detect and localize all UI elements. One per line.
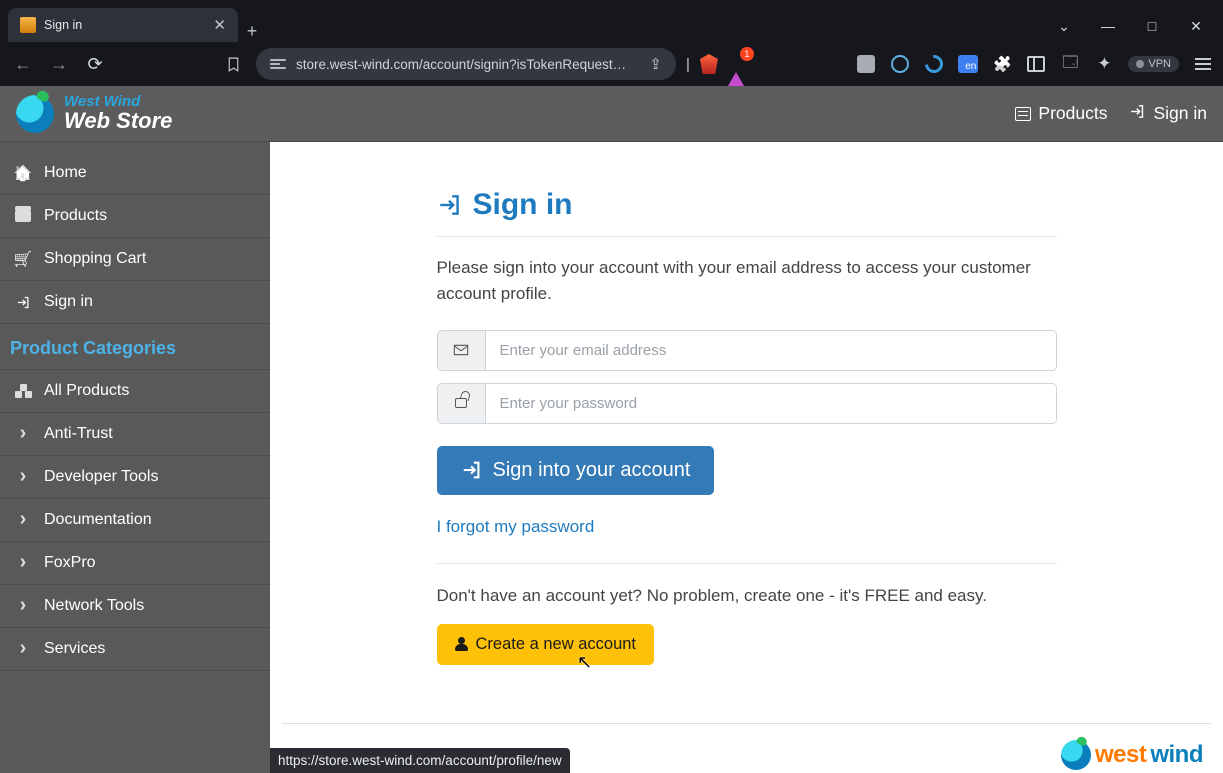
sidebar-category-network-tools[interactable]: Network Tools [0,585,270,628]
favicon-icon [20,17,36,33]
wallet-icon[interactable] [1060,54,1080,74]
translate-icon[interactable]: en [958,54,978,74]
browser-tab[interactable]: Sign in ✕ [8,8,238,42]
vpn-button[interactable]: VPN [1128,56,1179,72]
no-account-text: Don't have an account yet? No problem, c… [437,586,1057,606]
page-title: Sign in [437,188,1057,237]
window-maximize-button[interactable]: □ [1133,10,1171,42]
url-text: store.west-wind.com/account/signin?isTok… [296,57,626,72]
email-input-group [437,330,1057,371]
home-icon [14,164,32,182]
extension-3-icon[interactable] [924,54,944,74]
topnav-products[interactable]: Products [1015,103,1107,124]
tab-title: Sign in [44,18,82,32]
leo-ai-icon[interactable] [1094,54,1114,74]
rewards-badge: 1 [740,47,754,61]
sidebar-category-documentation[interactable]: Documentation [0,499,270,542]
password-input-group [437,383,1057,424]
cart-icon [14,250,32,268]
brand-line1: West Wind [64,94,172,109]
chevron-right-icon [14,597,32,615]
email-field[interactable] [486,331,1056,370]
brand-logo-link[interactable]: West Wind Web Store [16,94,172,132]
tab-close-button[interactable]: ✕ [213,16,226,34]
forgot-password-link[interactable]: I forgot my password [437,517,595,536]
sidepanel-icon[interactable] [1026,54,1046,74]
user-icon [455,637,468,651]
nav-back-button: ← [10,51,36,77]
brave-rewards-icon[interactable]: 1 [728,55,744,73]
chevron-down-icon[interactable]: ⌄ [1045,10,1083,42]
status-bar: https://store.west-wind.com/account/prof… [270,748,570,773]
share-icon[interactable]: ⇪ [649,55,662,73]
vpn-status-dot-icon [1136,60,1144,68]
window-close-button[interactable]: ✕ [1177,10,1215,42]
sidebar-category-foxpro[interactable]: FoxPro [0,542,270,585]
sidebar-item-home[interactable]: Home [0,152,270,195]
sidebar-categories-header: Product Categories [0,324,270,370]
divider [437,563,1057,564]
extension-1-icon[interactable] [856,54,876,74]
create-account-button[interactable]: Create a new account [437,624,655,665]
app-menu-button[interactable] [1193,54,1213,74]
sidebar-category-services[interactable]: Services [0,628,270,671]
sidebar-item-products[interactable]: Products [0,195,270,238]
signin-icon [1129,103,1146,125]
new-tab-button[interactable]: + [238,21,266,42]
brand-line2: Web Store [64,109,172,132]
sidebar-category-anti-trust[interactable]: Anti-Trust [0,413,270,456]
package-icon [14,207,32,225]
extensions-icon[interactable] [992,54,1012,74]
chevron-right-icon [14,640,32,658]
footer-logo[interactable]: westwind [1061,740,1203,770]
chevron-right-icon [14,468,32,486]
brave-shields-icon[interactable] [700,54,718,74]
list-icon [1015,107,1031,121]
reload-button[interactable]: ⟳ [82,51,108,77]
topnav-signin[interactable]: Sign in [1129,103,1207,125]
footer-logo-icon [1061,740,1091,770]
nav-forward-button: → [46,51,72,77]
boxes-icon [14,382,32,400]
sidebar-category-developer-tools[interactable]: Developer Tools [0,456,270,499]
chevron-right-icon [14,425,32,443]
signin-submit-button[interactable]: Sign into your account [437,446,715,495]
chevron-right-icon [14,554,32,572]
sidebar-item-cart[interactable]: Shopping Cart [0,238,270,281]
site-settings-icon[interactable] [270,59,286,69]
envelope-icon [438,331,486,370]
brand-logo-icon [16,95,54,133]
password-field[interactable] [486,384,1056,423]
lead-text: Please sign into your account with your … [437,255,1057,308]
window-minimize-button[interactable]: ― [1089,10,1127,42]
chevron-right-icon [14,511,32,529]
bookmark-icon[interactable] [220,51,246,77]
sidebar: Home Products Shopping Cart Sign in Prod… [0,142,270,773]
signin-icon [14,293,32,311]
extension-2-icon[interactable] [890,54,910,74]
unlock-icon [438,384,486,423]
address-bar[interactable]: store.west-wind.com/account/signin?isTok… [256,48,676,80]
sidebar-item-signin[interactable]: Sign in [0,281,270,324]
sidebar-category-all-products[interactable]: All Products [0,370,270,413]
